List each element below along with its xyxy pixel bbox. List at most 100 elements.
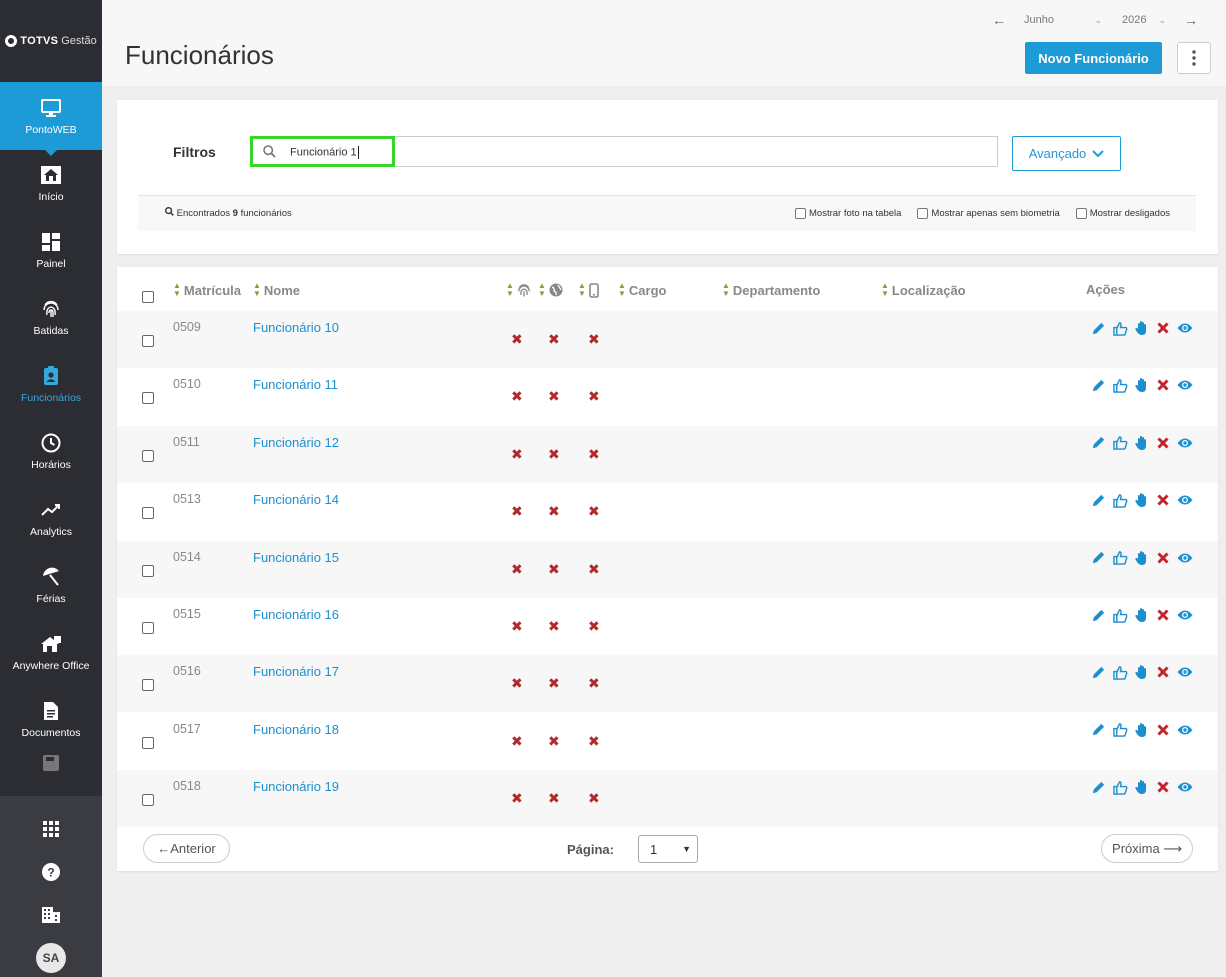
year-select[interactable]: 2026 ⌄ bbox=[1122, 14, 1166, 26]
thumbs-up-icon[interactable] bbox=[1110, 435, 1132, 451]
row-checkbox[interactable] bbox=[142, 507, 154, 520]
view-icon[interactable] bbox=[1174, 609, 1196, 621]
checkbox[interactable] bbox=[795, 208, 806, 219]
edit-icon[interactable] bbox=[1088, 780, 1110, 795]
next-page-button[interactable]: Próxima ⟶ bbox=[1101, 834, 1193, 863]
hand-icon[interactable] bbox=[1131, 550, 1153, 566]
edit-icon[interactable] bbox=[1088, 722, 1110, 737]
edit-icon[interactable] bbox=[1088, 321, 1110, 336]
view-icon[interactable] bbox=[1174, 666, 1196, 678]
view-icon[interactable] bbox=[1174, 379, 1196, 391]
hand-icon[interactable] bbox=[1131, 492, 1153, 508]
delete-icon[interactable] bbox=[1153, 322, 1175, 334]
thumbs-up-icon[interactable] bbox=[1110, 665, 1132, 680]
delete-icon[interactable] bbox=[1153, 724, 1175, 736]
employee-name-link[interactable]: Funcionário 10 bbox=[253, 320, 339, 335]
edit-icon[interactable] bbox=[1088, 550, 1110, 565]
option-show-photo[interactable]: Mostrar foto na tabela bbox=[795, 208, 901, 219]
employee-name-link[interactable]: Funcionário 14 bbox=[253, 492, 339, 507]
view-icon[interactable] bbox=[1174, 322, 1196, 334]
view-icon[interactable] bbox=[1174, 781, 1196, 793]
delete-icon[interactable] bbox=[1153, 666, 1175, 678]
more-options-button[interactable] bbox=[1177, 42, 1211, 74]
sidebar-item-anywhere-office[interactable]: Anywhere Office bbox=[0, 619, 102, 686]
sidebar-item-pontoweb[interactable]: PontoWEB bbox=[0, 82, 102, 156]
column-header-nome[interactable]: ▲ ▼ Nome bbox=[253, 282, 300, 298]
sidebar-item-painel[interactable]: Painel bbox=[0, 217, 102, 284]
column-header-cargo[interactable]: ▲ ▼ Cargo bbox=[618, 282, 666, 298]
page-select[interactable]: 1 ▼ bbox=[638, 835, 698, 863]
sidebar-item-documentos[interactable]: Documentos bbox=[0, 686, 102, 753]
delete-icon[interactable] bbox=[1153, 781, 1175, 793]
thumbs-up-icon[interactable] bbox=[1110, 608, 1132, 623]
search-input[interactable]: Funcionário 1 bbox=[250, 136, 998, 167]
delete-icon[interactable] bbox=[1153, 437, 1175, 449]
employee-name-link[interactable]: Funcionário 15 bbox=[253, 550, 339, 565]
view-icon[interactable] bbox=[1174, 437, 1196, 449]
edit-icon[interactable] bbox=[1088, 608, 1110, 623]
hand-icon[interactable] bbox=[1131, 664, 1153, 680]
hand-icon[interactable] bbox=[1131, 722, 1153, 738]
delete-icon[interactable] bbox=[1153, 552, 1175, 564]
advanced-filter-button[interactable]: Avançado bbox=[1012, 136, 1121, 171]
select-all-checkbox[interactable] bbox=[142, 291, 154, 303]
employee-name-link[interactable]: Funcionário 17 bbox=[253, 664, 339, 679]
employee-name-link[interactable]: Funcionário 16 bbox=[253, 607, 339, 622]
column-header-localizacao[interactable]: ▲ ▼ Localização bbox=[881, 282, 966, 298]
view-icon[interactable] bbox=[1174, 724, 1196, 736]
month-select[interactable]: Junho ⌄ bbox=[1024, 14, 1102, 26]
view-icon[interactable] bbox=[1174, 494, 1196, 506]
row-checkbox[interactable] bbox=[142, 736, 154, 749]
arrow-left-icon[interactable]: ← bbox=[992, 12, 1006, 28]
hand-icon[interactable] bbox=[1131, 377, 1153, 393]
edit-icon[interactable] bbox=[1088, 493, 1110, 508]
column-header-matricula[interactable]: ▲ ▼ Matrícula bbox=[173, 282, 241, 298]
sidebar-item-funcionarios[interactable]: Funcionários bbox=[0, 351, 102, 418]
new-employee-button[interactable]: Novo Funcionário bbox=[1025, 42, 1162, 74]
sidebar-item-partial[interactable] bbox=[0, 753, 102, 775]
column-header-biometria[interactable]: ▲ ▼ bbox=[506, 282, 531, 298]
checkbox[interactable] bbox=[917, 208, 929, 219]
edit-icon[interactable] bbox=[1088, 435, 1110, 450]
row-checkbox[interactable] bbox=[142, 564, 154, 577]
column-header-departamento[interactable]: ▲ ▼ Departamento bbox=[722, 282, 820, 298]
delete-icon[interactable] bbox=[1153, 609, 1175, 621]
hand-icon[interactable] bbox=[1131, 435, 1153, 451]
previous-page-button[interactable]: ←Anterior bbox=[143, 834, 230, 863]
hand-icon[interactable] bbox=[1131, 607, 1153, 623]
sidebar-item-batidas[interactable]: Batidas bbox=[0, 284, 102, 351]
row-checkbox[interactable] bbox=[142, 392, 154, 405]
row-checkbox[interactable] bbox=[142, 449, 154, 462]
employee-name-link[interactable]: Funcionário 12 bbox=[253, 435, 339, 450]
sidebar-item-horarios[interactable]: Horários bbox=[0, 418, 102, 485]
checkbox[interactable] bbox=[1075, 208, 1087, 219]
app-logo[interactable]: TOTVS Gestão bbox=[0, 0, 102, 82]
column-header-web[interactable]: ▲ ▼ bbox=[538, 282, 563, 298]
thumbs-up-icon[interactable] bbox=[1110, 321, 1132, 336]
employee-name-link[interactable]: Funcionário 19 bbox=[253, 779, 339, 794]
row-checkbox[interactable] bbox=[142, 679, 154, 692]
edit-icon[interactable] bbox=[1088, 378, 1110, 393]
thumbs-up-icon[interactable] bbox=[1110, 722, 1132, 738]
delete-icon[interactable] bbox=[1153, 494, 1175, 506]
hand-icon[interactable] bbox=[1131, 779, 1153, 795]
row-checkbox[interactable] bbox=[142, 794, 154, 807]
employee-name-link[interactable]: Funcionário 11 bbox=[253, 377, 338, 392]
avatar[interactable]: SA bbox=[36, 942, 66, 973]
view-icon[interactable] bbox=[1174, 552, 1196, 564]
column-header-mobile[interactable]: ▲ ▼ bbox=[578, 282, 599, 298]
thumbs-up-icon[interactable] bbox=[1110, 780, 1132, 795]
arrow-right-icon[interactable]: → bbox=[1184, 12, 1198, 28]
sidebar-item-analytics[interactable]: Analytics bbox=[0, 485, 102, 552]
option-show-dismissed[interactable]: Mostrar desligados bbox=[1075, 208, 1170, 219]
edit-icon[interactable] bbox=[1088, 665, 1110, 680]
option-no-biometry[interactable]: Mostrar apenas sem biometria bbox=[917, 208, 1060, 219]
delete-icon[interactable] bbox=[1153, 379, 1175, 391]
help-icon[interactable]: ? bbox=[0, 850, 102, 893]
row-checkbox[interactable] bbox=[142, 622, 154, 634]
row-checkbox[interactable] bbox=[142, 335, 154, 347]
thumbs-up-icon[interactable] bbox=[1110, 378, 1132, 393]
employee-name-link[interactable]: Funcionário 18 bbox=[253, 722, 339, 737]
sidebar-item-inicio[interactable]: Início bbox=[0, 150, 102, 217]
thumbs-up-icon[interactable] bbox=[1110, 493, 1132, 508]
